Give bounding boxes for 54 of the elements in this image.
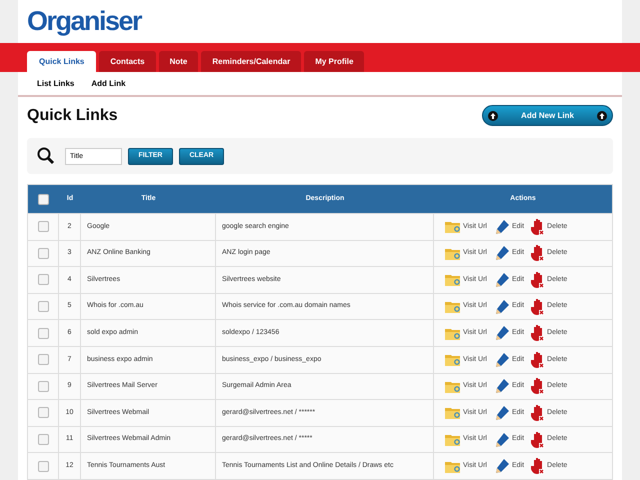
pencil-icon	[494, 432, 510, 448]
up-arrow-icon	[596, 110, 607, 120]
subnav-link[interactable]: Add Link	[91, 78, 126, 90]
folder-icon	[445, 460, 461, 473]
hand-icon	[531, 377, 546, 396]
pencil-icon	[494, 272, 510, 288]
folder-icon	[445, 246, 461, 260]
nav-tab[interactable]: Contacts	[99, 51, 156, 72]
row-checkbox[interactable]	[38, 221, 48, 232]
hand-icon	[531, 457, 546, 476]
nav-tab[interactable]: Reminders/Calendar	[201, 51, 302, 72]
folder-icon	[445, 300, 461, 314]
row-checkbox[interactable]	[38, 407, 48, 418]
pencil-icon	[494, 378, 510, 394]
row-checkbox[interactable]	[38, 301, 48, 312]
folder-icon	[445, 380, 461, 393]
folder-icon	[445, 220, 461, 234]
folder-icon	[445, 353, 461, 366]
pencil-icon	[494, 245, 510, 262]
hand-icon	[531, 270, 546, 289]
hand-icon	[531, 324, 546, 342]
select-all-checkbox[interactable]	[38, 194, 49, 204]
pencil-icon	[494, 458, 510, 474]
row-checkbox[interactable]	[38, 434, 48, 446]
pencil-icon	[494, 298, 510, 315]
subnav-link[interactable]: List Links	[37, 78, 74, 90]
logo[interactable]: Organiser	[27, 1, 142, 42]
hand-icon	[531, 350, 546, 369]
folder-icon	[445, 273, 461, 286]
row-checkbox[interactable]	[38, 328, 48, 339]
page-heading: Quick Links	[27, 106, 118, 126]
hand-icon	[531, 244, 546, 262]
row-checkbox[interactable]	[38, 354, 48, 366]
row-checkbox[interactable]	[38, 460, 48, 472]
nav-tab[interactable]: Note	[158, 51, 198, 72]
folder-icon	[445, 326, 461, 340]
row-checkbox[interactable]	[38, 274, 48, 286]
pencil-icon	[494, 218, 510, 235]
row-checkbox[interactable]	[38, 248, 48, 259]
pencil-icon	[494, 404, 510, 421]
hand-icon	[531, 218, 546, 236]
add-new-link-button[interactable]: Add New Link	[482, 105, 613, 126]
search-icon	[37, 147, 55, 165]
folder-icon	[445, 433, 461, 446]
hand-icon	[531, 298, 546, 316]
hand-icon	[531, 430, 546, 449]
row-checkbox[interactable]	[38, 380, 48, 392]
nav-tab[interactable]: Quick Links	[27, 51, 96, 72]
pencil-icon	[494, 325, 510, 342]
pencil-icon	[494, 352, 510, 368]
hand-icon	[531, 404, 546, 422]
nav-tab[interactable]: My Profile	[304, 51, 364, 72]
up-arrow-icon	[488, 110, 498, 120]
folder-icon	[445, 406, 461, 420]
